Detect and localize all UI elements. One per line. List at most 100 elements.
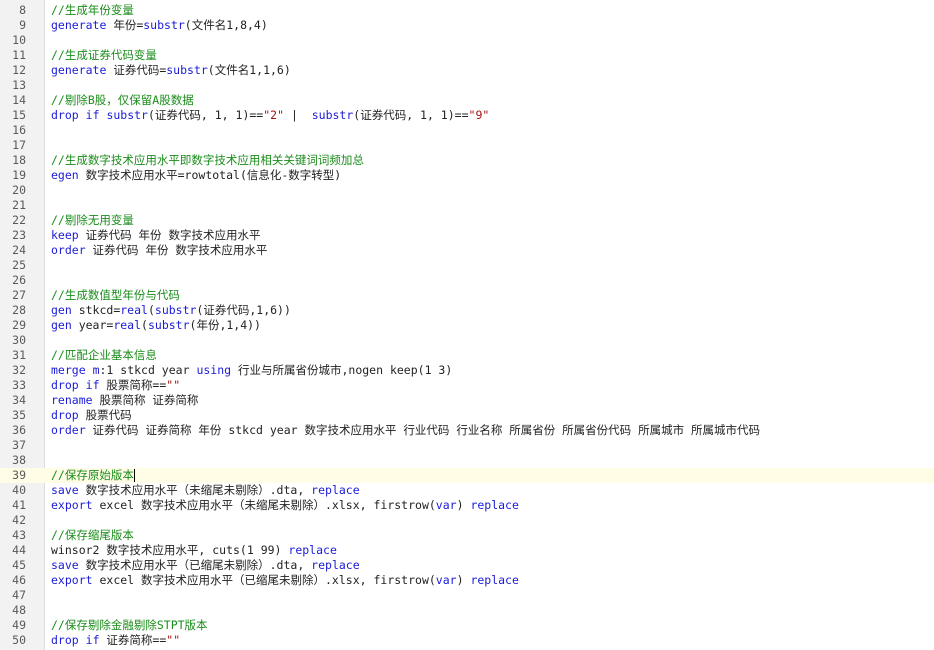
code-line[interactable]: 34 rename 股票简称 证券简称	[0, 393, 934, 408]
code-line[interactable]: 19 egen 数字技术应用水平=rowtotal(信息化-数字转型)	[0, 168, 934, 183]
line-number: 23	[12, 228, 26, 242]
code-token-keyword: gen	[51, 303, 72, 317]
line-number: 44	[12, 543, 26, 557]
code-line[interactable]: 30	[0, 333, 934, 348]
code-token-plain: 行业与所属省份城市,nogen keep(1 3)	[231, 363, 453, 377]
code-token-comment: //匹配企业基本信息	[51, 348, 157, 362]
code-line[interactable]: 22 //剔除无用变量	[0, 213, 934, 228]
line-number: 48	[12, 603, 26, 617]
code-line[interactable]: 15 drop if substr(证券代码, 1, 1)=="2" | subs…	[0, 108, 934, 123]
code-line[interactable]: 36 order 证券代码 证券简称 年份 stkcd year 数字技术应用水平…	[0, 423, 934, 438]
code-token-keyword: using	[196, 363, 232, 377]
code-line[interactable]: 37	[0, 438, 934, 453]
code-token-keyword: generate	[51, 63, 107, 77]
line-number: 13	[12, 78, 26, 92]
line-number: 15	[12, 108, 26, 122]
code-token-plain: (证券代码, 1, 1)==	[147, 108, 264, 122]
line-code: egen 数字技术应用水平=rowtotal(信息化-数字转型)	[51, 168, 341, 183]
code-token-keyword: rename	[51, 393, 93, 407]
line-number: 27	[12, 288, 26, 302]
code-token-keyword: real	[113, 318, 142, 332]
code-line[interactable]: 9 generate 年份=substr(文件名1,8,4)	[0, 18, 934, 33]
line-code: export excel 数字技术应用水平（未缩尾未剔除）.xlsx, firs…	[51, 498, 519, 513]
code-line[interactable]: 16	[0, 123, 934, 138]
code-line[interactable]: 23 keep 证券代码 年份 数字技术应用水平	[0, 228, 934, 243]
code-line[interactable]: 12 generate 证券代码=substr(文件名1,1,6)	[0, 63, 934, 78]
code-token-plain: (证券代码, 1, 1)==	[353, 108, 469, 122]
code-editor[interactable]: 8//生成年份变量 9 generate 年份=substr(文件名1,8,4) 10…	[0, 0, 934, 650]
line-number: 22	[12, 213, 26, 227]
code-token-plain: 数字技术应用水平（未缩尾未剔除）.dta,	[78, 483, 312, 497]
code-token-plain: )	[456, 573, 471, 587]
code-token-keyword: save	[51, 558, 79, 572]
line-number: 21	[12, 198, 26, 212]
code-line[interactable]: 17	[0, 138, 934, 153]
line-code: generate 证券代码=substr(文件名1,1,6)	[51, 63, 291, 78]
code-line[interactable]: 38	[0, 453, 934, 468]
code-line[interactable]: 10	[0, 33, 934, 48]
line-number: 35	[12, 408, 26, 422]
line-number: 18	[12, 153, 26, 167]
line-code: //保存原始版本	[51, 468, 135, 483]
code-line[interactable]: 41 export excel 数字技术应用水平（未缩尾未剔除）.xlsx, fi…	[0, 498, 934, 513]
code-token-plain: 股票简称==	[99, 378, 167, 392]
code-line[interactable]: 49 //保存剔除金融剔除STPT版本	[0, 618, 934, 633]
code-line[interactable]: 48	[0, 603, 934, 618]
code-line[interactable]: 14 //剔除B股，仅保留A股数据	[0, 93, 934, 108]
line-code: rename 股票简称 证券简称	[51, 393, 198, 408]
line-code: drop 股票代码	[51, 408, 132, 423]
code-token-keyword: generate	[51, 18, 107, 32]
code-line[interactable]: 50 drop if 证券简称==""	[0, 633, 934, 648]
code-token-keyword: substr	[143, 18, 185, 32]
code-line[interactable]: 35 drop 股票代码	[0, 408, 934, 423]
code-line[interactable]: 42	[0, 513, 934, 528]
code-line[interactable]: 20	[0, 183, 934, 198]
code-line[interactable]: 13	[0, 78, 934, 93]
code-token-plain: :1 stkcd year	[99, 363, 197, 377]
line-number: 30	[12, 333, 26, 347]
code-line[interactable]: 31 //匹配企业基本信息	[0, 348, 934, 363]
code-line[interactable]: 44 winsor2 数字技术应用水平, cuts(1 99) replace	[0, 543, 934, 558]
code-token-comment: //生成数值型年份与代码	[51, 288, 180, 302]
code-line[interactable]: 21	[0, 198, 934, 213]
code-token-keyword: gen	[51, 318, 72, 332]
code-line[interactable]: 26	[0, 273, 934, 288]
code-line[interactable]: 47	[0, 588, 934, 603]
code-line[interactable]: 43 //保存缩尾版本	[0, 528, 934, 543]
code-line[interactable]: 29 gen year=real(substr(年份,1,4))	[0, 318, 934, 333]
code-line[interactable]: 45 save 数字技术应用水平（已缩尾未剔除）.dta, replace	[0, 558, 934, 573]
line-code: //保存剔除金融剔除STPT版本	[51, 618, 208, 633]
code-token-plain: )	[456, 498, 471, 512]
line-number: 11	[12, 48, 26, 62]
code-line[interactable]: 46 export excel 数字技术应用水平（已缩尾未剔除）.xlsx, fi…	[0, 573, 934, 588]
code-line[interactable]: 11 //生成证券代码变量	[0, 48, 934, 63]
code-token-comment: //保存缩尾版本	[51, 528, 134, 542]
code-line[interactable]: 40 save 数字技术应用水平（未缩尾未剔除）.dta, replace	[0, 483, 934, 498]
code-line[interactable]: 28 gen stkcd=real(substr(证券代码,1,6))	[0, 303, 934, 318]
code-token-plain: year=	[71, 318, 114, 332]
code-lines[interactable]: 8//生成年份变量 9 generate 年份=substr(文件名1,8,4) 10…	[0, 3, 934, 650]
code-line[interactable]: 8 //生成年份变量	[0, 3, 934, 18]
line-number: 10	[12, 33, 26, 47]
code-token-plain: 证券代码 证券简称 年份 stkcd year 数字技术应用水平 行业代码 行业…	[85, 423, 761, 437]
code-line[interactable]: 24 order 证券代码 年份 数字技术应用水平	[0, 243, 934, 258]
code-token-keyword: replace	[470, 573, 519, 587]
line-number: 17	[12, 138, 26, 152]
code-token-comment: //保存原始版本	[51, 468, 134, 482]
code-token-comment: //生成数字技术应用水平即数字技术应用相关关键词词频加总	[51, 153, 364, 167]
code-token-plain: |	[284, 108, 312, 122]
code-line[interactable]: 18 //生成数字技术应用水平即数字技术应用相关关键词词频加总	[0, 153, 934, 168]
line-code: //生成年份变量	[51, 3, 134, 18]
code-token-keyword: order	[51, 243, 86, 257]
line-code: gen year=real(substr(年份,1,4))	[51, 318, 261, 333]
code-line[interactable]: 32 merge m:1 stkcd year using 行业与所属省份城市,n…	[0, 363, 934, 378]
code-line[interactable]: 25	[0, 258, 934, 273]
code-line[interactable]: 33 drop if 股票简称==""	[0, 378, 934, 393]
code-line[interactable]: 27 //生成数值型年份与代码	[0, 288, 934, 303]
line-number: 19	[12, 168, 26, 182]
code-token-keyword: substr	[106, 108, 148, 122]
line-number: 46	[12, 573, 26, 587]
code-line[interactable]: 39 //保存原始版本	[0, 468, 934, 483]
code-token-keyword: drop	[51, 408, 79, 422]
